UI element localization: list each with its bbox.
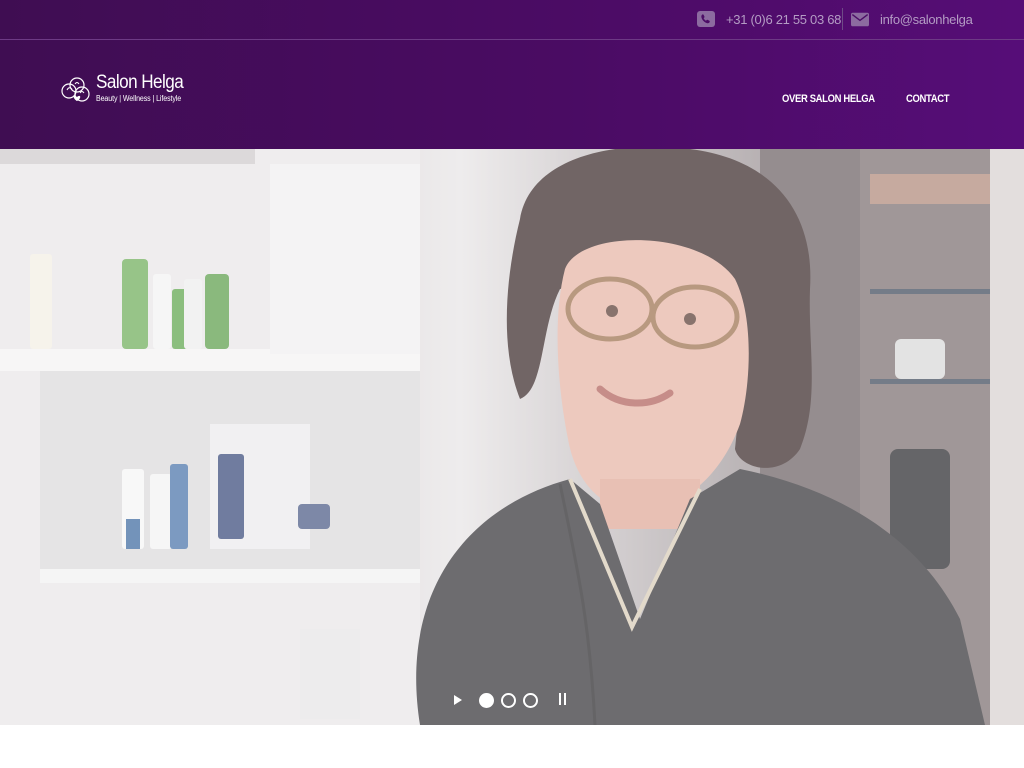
hero-slider [0, 149, 1024, 725]
phone-square-icon [697, 11, 715, 27]
slider-dot-3[interactable] [523, 692, 538, 708]
hero-overlay [0, 149, 1024, 725]
play-icon[interactable] [452, 693, 464, 707]
pause-icon[interactable] [557, 693, 567, 707]
logo-text: Salon Helga Beauty | Wellness | Lifestyl… [96, 72, 193, 104]
salon-helga-logo[interactable]: Salon Helga Beauty | Wellness | Lifestyl… [60, 72, 200, 112]
logo-name: Salon Helga [96, 72, 184, 93]
slider-dot-2[interactable] [501, 692, 516, 708]
nav-contact[interactable]: CONTACT [906, 93, 949, 107]
logo-tagline: Beauty | Wellness | Lifestyle [96, 94, 182, 103]
email-address: info@salonhelga [880, 11, 973, 27]
top-contact-bar: +31 (0)6 21 55 03 68 info@salonhelga [0, 0, 1024, 40]
slider-dot-1[interactable] [479, 692, 494, 708]
contact-divider [842, 8, 843, 30]
slider-controls [452, 691, 572, 709]
page-content-start [0, 725, 1024, 768]
salon-helga-logo-icon [60, 74, 94, 108]
phone-link[interactable]: +31 (0)6 21 55 03 68 [697, 8, 841, 30]
nav-over-salon-helga[interactable]: OVER SALON HELGA [782, 93, 875, 107]
phone-number: +31 (0)6 21 55 03 68 [726, 11, 842, 27]
envelope-icon [851, 11, 869, 27]
email-link[interactable]: info@salonhelga [851, 8, 973, 30]
